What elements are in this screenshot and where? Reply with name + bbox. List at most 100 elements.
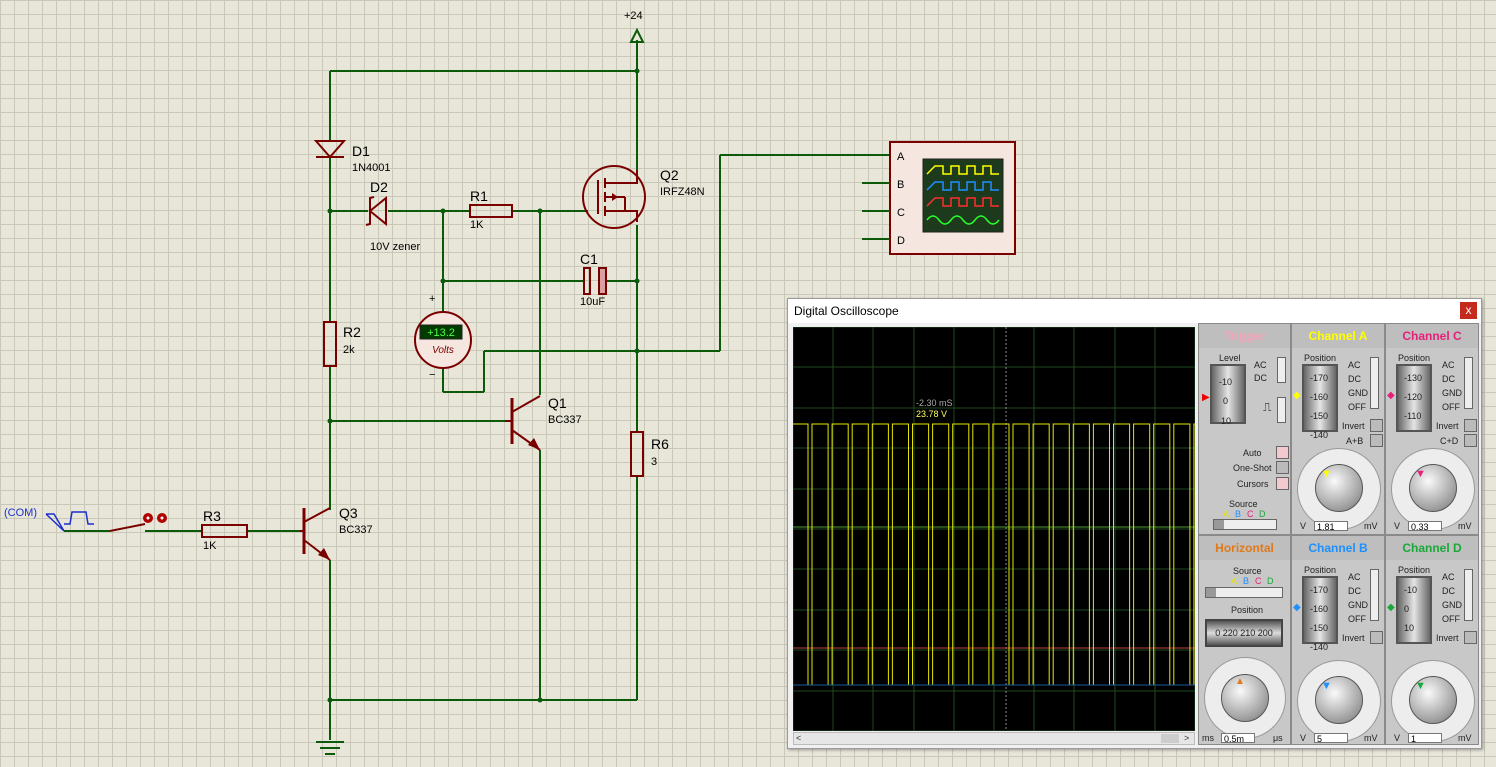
channel-c-offset-icon: ◆ [1387,390,1395,401]
channel-d-invert-button[interactable] [1464,631,1477,644]
d1-ref: D1 [352,143,370,159]
channel-c-invert-button[interactable] [1464,419,1477,432]
cursor-time-readout: -2.30 mS [916,398,953,408]
trigger-level-tick: 10 [1221,416,1232,426]
h-source-d: D [1267,576,1274,586]
timebase-unit-left: ms [1202,733,1214,743]
resistor-r1[interactable]: R1 1K [469,188,513,231]
trigger-coupling-switch[interactable] [1277,357,1286,383]
channel-c-position-label: Position [1398,353,1431,363]
one-shot-button[interactable] [1276,461,1289,474]
source-a: A [1223,509,1230,519]
trigger-level-tick: -10 [1219,377,1233,387]
voltmeter-minus: − [429,369,435,381]
channel-a-coupling-switch[interactable] [1370,357,1379,409]
trigger-ac-label: AC [1254,360,1267,370]
edge-icon: ⎍ [1263,400,1272,414]
capacitor-c1[interactable]: C1 10uF [580,251,607,308]
timebase-value-field[interactable]: 0.5m [1221,733,1255,744]
channel-c-mode-label: OFF [1442,402,1460,412]
channel-c-volts-field[interactable]: 0.33 [1408,521,1442,532]
oscilloscope-title: Digital Oscilloscope [794,304,899,318]
d2-ref: D2 [370,179,388,195]
c1-value: 10uF [580,296,605,308]
channel-c-sum-label: C+D [1440,436,1459,446]
channel-a-mode-label: OFF [1348,402,1366,412]
channel-b-unit-right: mV [1364,733,1378,743]
zener-d2[interactable]: D2 10V zener [365,179,420,253]
channel-b-position-tick: -140 [1310,642,1329,652]
transistor-q3[interactable]: Q3 BC337 [300,505,373,561]
auto-button[interactable] [1276,446,1289,459]
channel-a-sum-label: A+B [1346,436,1364,446]
channel-d-position-tick: 10 [1404,623,1415,633]
channel-b-invert-label: Invert [1342,633,1365,643]
cursors-button[interactable] [1276,477,1289,490]
scroll-right-icon[interactable]: > [1184,733,1189,744]
trigger-level-label: Level [1219,353,1241,363]
source-c: C [1247,509,1254,519]
scope-symbol[interactable]: A B C D [862,141,1016,255]
trigger-source-slider[interactable] [1213,519,1277,530]
mosfet-q2[interactable]: Q2 IRFZ48N [582,165,705,229]
scroll-thumb[interactable] [1161,734,1179,743]
r3-value: 1K [203,540,217,552]
scope-pin-d: D [897,235,905,247]
resistor-r3[interactable]: R3 1K [201,508,248,552]
channel-a-volts-field[interactable]: 1.81 [1314,521,1348,532]
channel-b-offset-icon: ◆ [1293,602,1301,613]
trigger-level-wheel[interactable] [1210,364,1246,424]
trigger-edge-switch[interactable] [1277,397,1286,423]
transistor-q1[interactable]: Q1 BC337 [505,395,582,451]
channel-c-invert-label: Invert [1436,421,1459,431]
channel-d-unit-right: mV [1458,733,1472,743]
source-b: B [1235,509,1242,519]
channel-c-coupling-switch[interactable] [1464,357,1473,409]
channel-b-invert-button[interactable] [1370,631,1383,644]
oscilloscope-titlebar[interactable]: Digital Oscilloscope x [788,299,1481,323]
channel-b-mode-label: OFF [1348,614,1366,624]
horizontal-position-wheel[interactable]: 0 220 210 200 [1205,619,1283,647]
r2-value: 2k [343,344,355,356]
scope-display[interactable]: -2.30 mS 23.78 V [793,327,1195,731]
close-button[interactable]: x [1460,302,1477,319]
channel-a-invert-button[interactable] [1370,419,1383,432]
r2-ref: R2 [343,324,361,340]
channel-d-invert-label: Invert [1436,633,1459,643]
oscilloscope-window[interactable]: Digital Oscilloscope x -2.30 mS 23.78 V … [787,298,1482,749]
channel-c-mode-label: GND [1442,388,1462,398]
channel-a-offset-icon: ◆ [1293,390,1301,401]
switch[interactable] [109,513,167,532]
r3-ref: R3 [203,508,221,524]
supply-terminal[interactable]: +24 [624,10,645,43]
resistor-r6[interactable]: R6 3 [630,431,669,477]
com-generator[interactable]: (COM) [4,507,94,532]
horizontal-source-slider[interactable] [1205,587,1283,598]
channel-b-unit-left: V [1300,733,1307,743]
channel-d-mode-label: OFF [1442,614,1460,624]
channel-c-position-tick: -130 [1404,373,1423,383]
q1-value: BC337 [548,414,582,426]
channel-b-position-tick: -160 [1310,604,1329,614]
channel-d-coupling-switch[interactable] [1464,569,1473,621]
channel-d-volts-field[interactable]: 1 [1408,733,1442,744]
scroll-left-icon[interactable]: < [796,733,801,744]
channel-a-sum-button[interactable] [1370,434,1383,447]
channel-d-mode-label: AC [1442,572,1455,582]
channel-c-sum-button[interactable] [1464,434,1477,447]
resistor-r2[interactable]: R2 2k [323,321,361,367]
h-source-c: C [1255,576,1262,586]
channel-d-knob-pointer-icon: ▼ [1415,680,1426,692]
channel-b-coupling-switch[interactable] [1370,569,1379,621]
d2-value: 10V zener [370,241,420,253]
scope-pin-b: B [897,179,904,191]
channel-b-mode-label: AC [1348,572,1361,582]
channel-c-unit-right: mV [1458,521,1472,531]
horizontal-source-label: Source [1233,566,1262,576]
timebase-knob[interactable] [1221,674,1269,722]
one-shot-label: One-Shot [1233,463,1272,473]
horizontal-panel: Horizontal Source A B C D Position 0 220… [1198,535,1291,745]
diode-d1[interactable]: D1 1N4001 [313,140,391,174]
horizontal-scrollbar[interactable]: < > [793,732,1195,745]
channel-b-volts-field[interactable]: 5 [1314,733,1348,744]
